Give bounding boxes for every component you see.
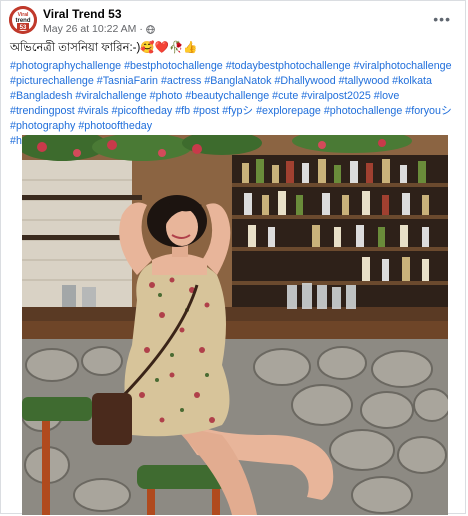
hashtag-link[interactable]: #bestphotochallenge	[124, 60, 223, 72]
hashtag-link[interactable]: #beautychallenge	[185, 90, 269, 102]
post-caption: অভিনেত্রী তাসনিয়া ফারিন:-)🥰❤️🥀👍	[10, 42, 198, 54]
globe-icon[interactable]	[146, 24, 155, 34]
hashtag-link[interactable]: #picturechallenge	[10, 75, 94, 87]
avatar-line3: 53	[20, 25, 27, 31]
hashtag-link[interactable]: #explorepage	[256, 105, 321, 117]
post-header: Viral trend 53 Viral Trend 53 May 26 at …	[1, 1, 465, 39]
meta-separator: ·	[139, 23, 143, 35]
hashtag-link[interactable]: #viralchallenge	[75, 90, 146, 102]
hashtag-link[interactable]: #photooftheday	[78, 120, 152, 132]
hashtag-link[interactable]: #actress	[161, 75, 201, 87]
hashtag-link[interactable]: #tallywood	[339, 75, 390, 87]
hashtag-link[interactable]: #TasniaFarin	[97, 75, 158, 87]
more-options-icon[interactable]: •••	[433, 11, 451, 27]
hashtag-link[interactable]: #photochallenge	[324, 105, 402, 117]
hashtag-link[interactable]: #kolkata	[392, 75, 432, 87]
hashtag-link[interactable]: #photography	[10, 120, 75, 132]
hashtag-link[interactable]: #Dhallywood	[274, 75, 335, 87]
hashtag-link[interactable]: #Bangladesh	[10, 90, 72, 102]
avatar-logo-icon: Viral trend 53	[9, 6, 37, 34]
page-name-link[interactable]: Viral Trend 53	[43, 7, 122, 21]
page-avatar[interactable]: Viral trend 53	[9, 6, 37, 34]
bar-scene-image	[22, 135, 448, 515]
hashtag-link[interactable]: #love	[374, 90, 400, 102]
hashtag-link[interactable]: #fypシ	[222, 105, 253, 117]
hashtag-link[interactable]: #fb	[175, 105, 190, 117]
hashtag-link[interactable]: #todaybestphotochallenge	[226, 60, 351, 72]
facebook-post: Viral trend 53 Viral Trend 53 May 26 at …	[0, 0, 466, 515]
hashtag-link[interactable]: #cute	[272, 90, 298, 102]
hashtag-link[interactable]: #trendingpost	[10, 105, 75, 117]
hashtag-link[interactable]: #BanglaNatok	[204, 75, 271, 87]
hashtag-link[interactable]: #foryouシ	[405, 105, 451, 117]
hashtag-link[interactable]: #virals	[78, 105, 109, 117]
post-photo[interactable]	[22, 135, 448, 515]
hashtag-link[interactable]: #photo	[150, 90, 183, 102]
hashtag-link[interactable]: #viralphotochallenge	[354, 60, 452, 72]
hashtag-link[interactable]: #viralpost2025	[301, 90, 371, 102]
post-meta: May 26 at 10:22 AM ·	[43, 23, 155, 35]
hashtag-link[interactable]: #post	[193, 105, 219, 117]
post-timestamp[interactable]: May 26 at 10:22 AM	[43, 23, 136, 35]
hashtag-link[interactable]: #photographychallenge	[10, 60, 121, 72]
hashtag-link[interactable]: #picoftheday	[112, 105, 173, 117]
